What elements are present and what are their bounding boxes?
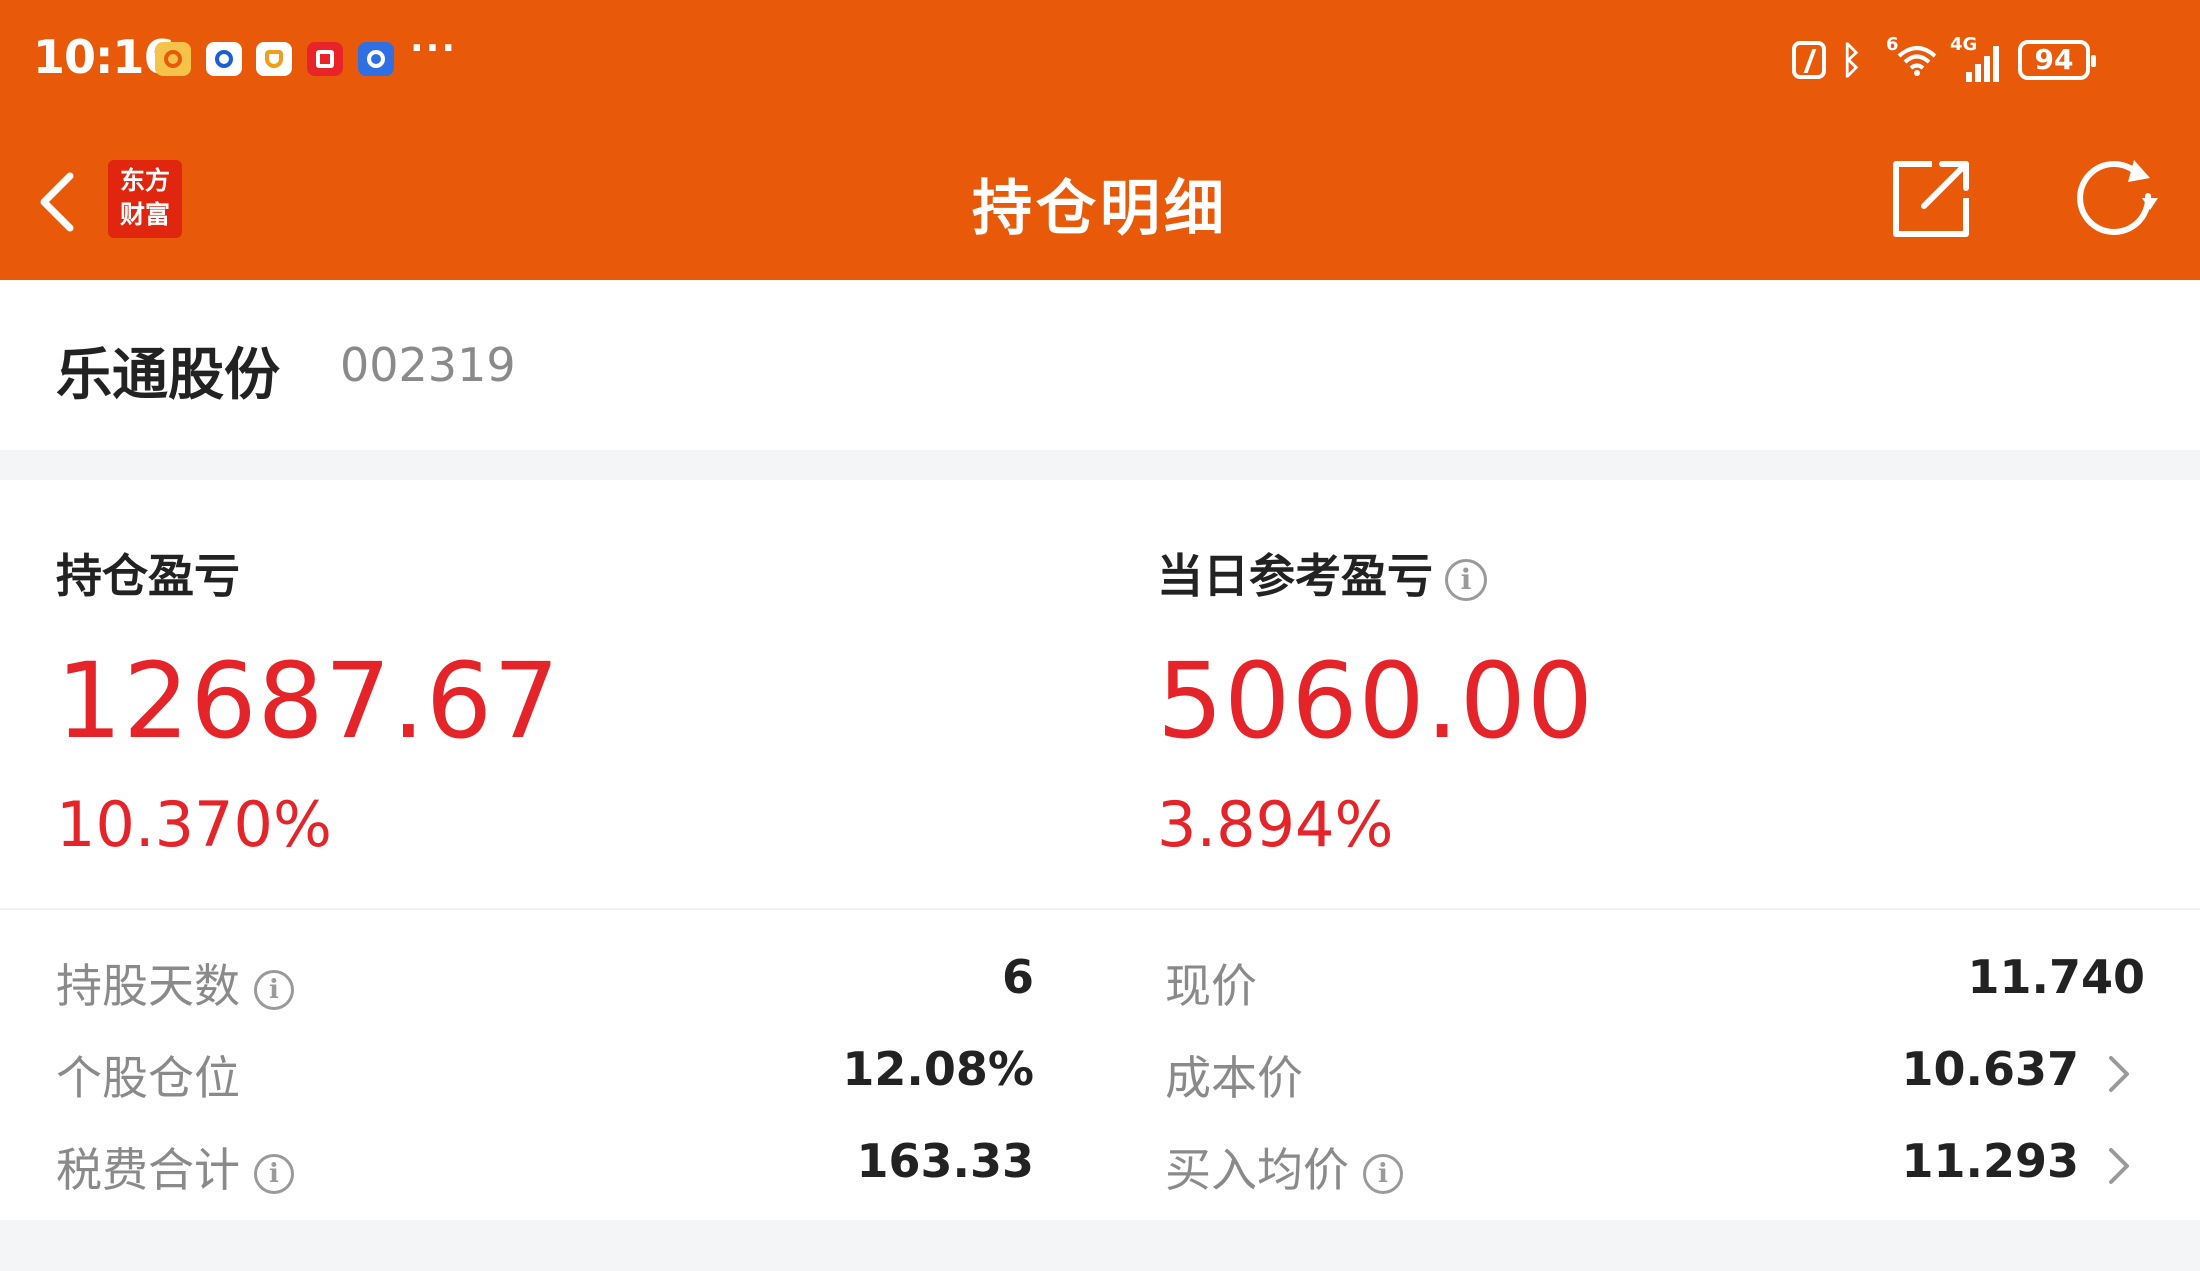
position-pnl-value: 12687.67 <box>56 640 561 762</box>
cost-price-value: 10.637 <box>1901 1042 2079 1096</box>
refresh-button[interactable] <box>2072 156 2162 242</box>
current-price-label: 现价 <box>1165 959 1257 1013</box>
bank-app-notification-icon <box>206 42 242 76</box>
chevron-right-icon[interactable] <box>2099 1144 2139 1188</box>
stock-code: 002319 <box>340 338 516 392</box>
bluetooth-icon: ᛒ <box>1840 38 1863 82</box>
header: 10:16 ··· ᛒ 6 4G 94 东方 财富 持仓明细 <box>0 0 2200 280</box>
app-notification-icon <box>155 42 191 76</box>
stock-name: 乐通股份 <box>56 343 280 408</box>
status-time: 10:16 <box>33 30 175 84</box>
info-icon[interactable]: i <box>254 969 294 1010</box>
chevron-right-icon[interactable] <box>2099 1052 2139 1096</box>
mail-notification-icon <box>307 42 343 76</box>
fees-label: 税费合计 <box>56 1143 240 1197</box>
info-icon[interactable]: i <box>254 1153 294 1194</box>
fees-value: 163.33 <box>856 1134 1034 1188</box>
info-icon[interactable]: i <box>1363 1153 1403 1194</box>
divider <box>0 908 2200 910</box>
page-title: 持仓明细 <box>972 174 1228 244</box>
avg-buy-price-label: 买入均价 <box>1165 1143 1349 1197</box>
position-ratio-label: 个股仓位 <box>56 1051 240 1105</box>
status-bar: 10:16 ··· ᛒ 6 4G 94 <box>0 0 2200 120</box>
avg-buy-price-row[interactable]: 买入均价 i 11.293 <box>1165 1134 2145 1198</box>
status-indicators: ᛒ 6 4G 94 <box>1792 32 2096 88</box>
daily-pnl-label: 当日参考盈亏 <box>1157 549 1433 603</box>
avg-buy-price-value: 11.293 <box>1901 1134 2079 1188</box>
info-icon[interactable]: i <box>1445 558 1487 601</box>
position-pnl-label: 持仓盈亏 <box>56 549 240 603</box>
app-notification-icon <box>358 42 394 76</box>
app-screen: 10:16 ··· ᛒ 6 4G 94 东方 财富 持仓明细 乐通股份 0023… <box>0 0 2200 1271</box>
more-notifications-icon: ··· <box>410 28 458 69</box>
position-ratio-value: 12.08% <box>842 1042 1034 1096</box>
app-notification-icon <box>256 42 292 76</box>
current-price-value: 11.740 <box>1967 950 2145 1004</box>
stock-header: 乐通股份 002319 <box>0 280 2200 450</box>
cellular-signal-icon: 4G <box>1950 34 2004 82</box>
refresh-icon <box>2077 160 2158 235</box>
current-price-row: 现价 11.740 <box>1165 950 2145 1014</box>
position-ratio-row: 个股仓位 12.08% <box>56 1042 1034 1106</box>
fees-row: 税费合计 i 163.33 <box>56 1134 1034 1198</box>
cost-price-row[interactable]: 成本价 10.637 <box>1165 1042 2145 1106</box>
battery-level: 94 <box>2034 43 2074 76</box>
share-icon <box>1893 161 1969 237</box>
cost-price-label: 成本价 <box>1165 1051 1303 1105</box>
share-button[interactable] <box>1888 156 1974 242</box>
hold-days-row: 持股天数 i 6 <box>56 950 1034 1014</box>
hold-days-value: 6 <box>1001 950 1034 1004</box>
nav-bar: 东方 财富 持仓明细 <box>0 120 2200 280</box>
battery-icon: 94 <box>2018 40 2096 80</box>
position-pnl-percent: 10.370% <box>56 788 332 861</box>
nfc-icon <box>1792 41 1826 79</box>
daily-pnl-value: 5060.00 <box>1157 640 1595 762</box>
hold-days-label: 持股天数 <box>56 959 240 1013</box>
pnl-card: 持仓盈亏 当日参考盈亏 i 12687.67 5060.00 10.370% 3.… <box>0 480 2200 1220</box>
wifi-icon: 6 <box>1886 34 1938 80</box>
daily-pnl-label-group: 当日参考盈亏 i <box>1157 540 1487 606</box>
daily-pnl-percent: 3.894% <box>1157 788 1394 861</box>
